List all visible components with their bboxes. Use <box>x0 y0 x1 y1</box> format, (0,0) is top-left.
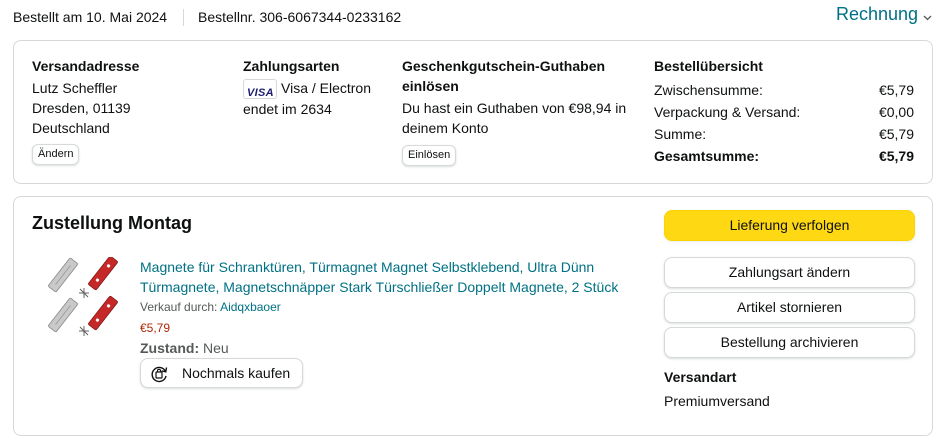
recipient-country: Deutschland <box>32 120 110 136</box>
payment-heading: Zahlungsarten <box>243 58 340 74</box>
cancel-items-button[interactable]: Artikel stornieren <box>664 292 915 323</box>
order-header: Bestellt am 10. Mai 2024 Bestellnr. 306-… <box>0 0 941 34</box>
invoice-dropdown[interactable]: Rechnung <box>836 4 932 26</box>
card-type: Visa / Electron <box>281 80 372 96</box>
invoice-label: Rechnung <box>836 4 919 24</box>
visa-card-icon: VISA <box>243 79 277 100</box>
archive-order-button[interactable]: Bestellung archivieren <box>664 327 915 358</box>
shipping-method-value: Premiumversand <box>664 393 770 409</box>
redeem-button[interactable]: Einlösen <box>402 145 457 166</box>
change-payment-button[interactable]: Zahlungsart ändern <box>664 257 915 288</box>
order-details-card: Versandadresse Lutz Scheffler Dresden, 0… <box>13 40 933 184</box>
recipient-name: Lutz Scheffler <box>32 80 118 96</box>
product-image[interactable] <box>39 255 135 343</box>
shipping-address-section: Versandadresse Lutz Scheffler Dresden, 0… <box>32 56 232 165</box>
summary-row-total: Gesamtsumme: €5,79 <box>654 148 914 164</box>
shipping-method-heading: Versandart <box>664 369 737 385</box>
order-number: Bestellnr. 306-6067344-0233162 <box>198 9 402 25</box>
buy-again-button[interactable]: Nochmals kaufen <box>140 358 303 388</box>
change-address-button[interactable]: Ändern <box>32 144 80 165</box>
gift-card-balance-text: Du hast ein Guthaben von €98,94 in deinem… <box>402 100 627 136</box>
payment-section: Zahlungsarten VISA Visa / Electron endet … <box>243 56 393 119</box>
recipient-city: Dresden, 01139 <box>32 100 131 116</box>
order-date: Bestellt am 10. Mai 2024 <box>13 9 168 25</box>
track-package-button[interactable]: Lieferung verfolgen <box>664 210 915 241</box>
summary-row-shipping: Verpackung & Versand: €0,00 <box>654 104 914 120</box>
product-condition: Zustand: Neu <box>140 340 229 356</box>
shipping-address-heading: Versandadresse <box>32 58 140 74</box>
seller-info: Verkauf durch: Aidqxbaoer <box>140 300 281 314</box>
summary-row-subtotal: Zwischensumme: €5,79 <box>654 82 914 98</box>
summary-row-sum: Summe: €5,79 <box>654 126 914 142</box>
gift-card-section: Geschenkgutschein-Guthaben einlösen Du ha… <box>402 56 642 166</box>
product-title-link[interactable]: Magnete für Schranktüren, Türmagnet Magn… <box>140 257 630 297</box>
delivery-card: Zustellung Montag Magnete für Schranktür… <box>13 196 933 436</box>
gift-card-heading: Geschenkgutschein-Guthaben einlösen <box>402 58 606 94</box>
product-price: €5,79 <box>140 321 171 335</box>
delivery-status-title: Zustellung Montag <box>32 213 192 233</box>
chevron-down-icon <box>923 5 932 26</box>
buy-again-label: Nochmals kaufen <box>182 365 291 381</box>
buy-again-icon <box>149 364 169 384</box>
seller-label: Verkauf durch: <box>140 300 218 314</box>
header-divider <box>183 9 184 26</box>
order-summary-heading: Bestellübersicht <box>654 58 763 74</box>
seller-link[interactable]: Aidqxbaoer <box>220 300 281 314</box>
order-summary-section: Bestellübersicht Zwischensumme: €5,79 Ver… <box>654 56 914 167</box>
